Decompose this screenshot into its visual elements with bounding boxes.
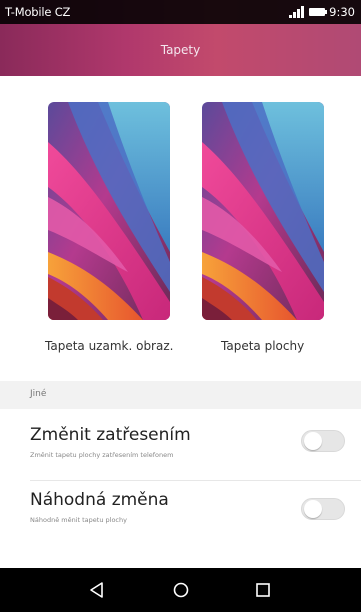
wallpaper-image xyxy=(48,102,170,320)
shake-to-change-toggle[interactable] xyxy=(301,430,345,452)
toggle-knob xyxy=(304,432,322,450)
section-label: Jiné xyxy=(30,389,47,399)
setting-shake-to-change[interactable]: Změnit zatřesením Změnit tapetu plochy z… xyxy=(0,409,361,481)
page-title: Tapety xyxy=(160,43,201,57)
carrier-label: T-Mobile CZ xyxy=(5,5,71,19)
screen: T-Mobile CZ 9:30 Tapety Tapeta uzamk. ob… xyxy=(0,0,361,612)
signal-icon xyxy=(289,6,305,18)
battery-icon xyxy=(309,8,328,16)
setting-title: Náhodná změna xyxy=(30,490,169,510)
section-header: Jiné xyxy=(0,381,361,409)
header-bar: T-Mobile CZ 9:30 Tapety xyxy=(0,0,361,76)
recents-icon[interactable] xyxy=(250,577,276,603)
random-change-toggle[interactable] xyxy=(301,498,345,520)
homescreen-wallpaper-preview[interactable] xyxy=(202,102,324,320)
lockscreen-wallpaper-preview[interactable] xyxy=(48,102,170,320)
toggle-knob xyxy=(304,500,322,518)
homescreen-wallpaper-label: Tapeta plochy xyxy=(221,339,305,353)
navigation-bar xyxy=(0,568,361,612)
title-bar: Tapety xyxy=(0,24,361,76)
wallpaper-image xyxy=(202,102,324,320)
setting-subtitle: Náhodně měnit tapetu plochy xyxy=(30,516,127,524)
home-icon[interactable] xyxy=(168,577,194,603)
setting-random-change[interactable]: Náhodná změna Náhodně měnit tapetu ploch… xyxy=(0,481,361,553)
back-icon[interactable] xyxy=(84,577,110,603)
clock: 9:30 xyxy=(329,5,355,19)
setting-title: Změnit zatřesením xyxy=(30,425,191,445)
status-bar: T-Mobile CZ 9:30 xyxy=(0,0,361,24)
setting-subtitle: Změnit tapetu plochy zatřesením telefone… xyxy=(30,451,174,459)
status-icons: 9:30 xyxy=(289,4,355,20)
lockscreen-wallpaper-label: Tapeta uzamk. obraz. xyxy=(45,339,174,353)
